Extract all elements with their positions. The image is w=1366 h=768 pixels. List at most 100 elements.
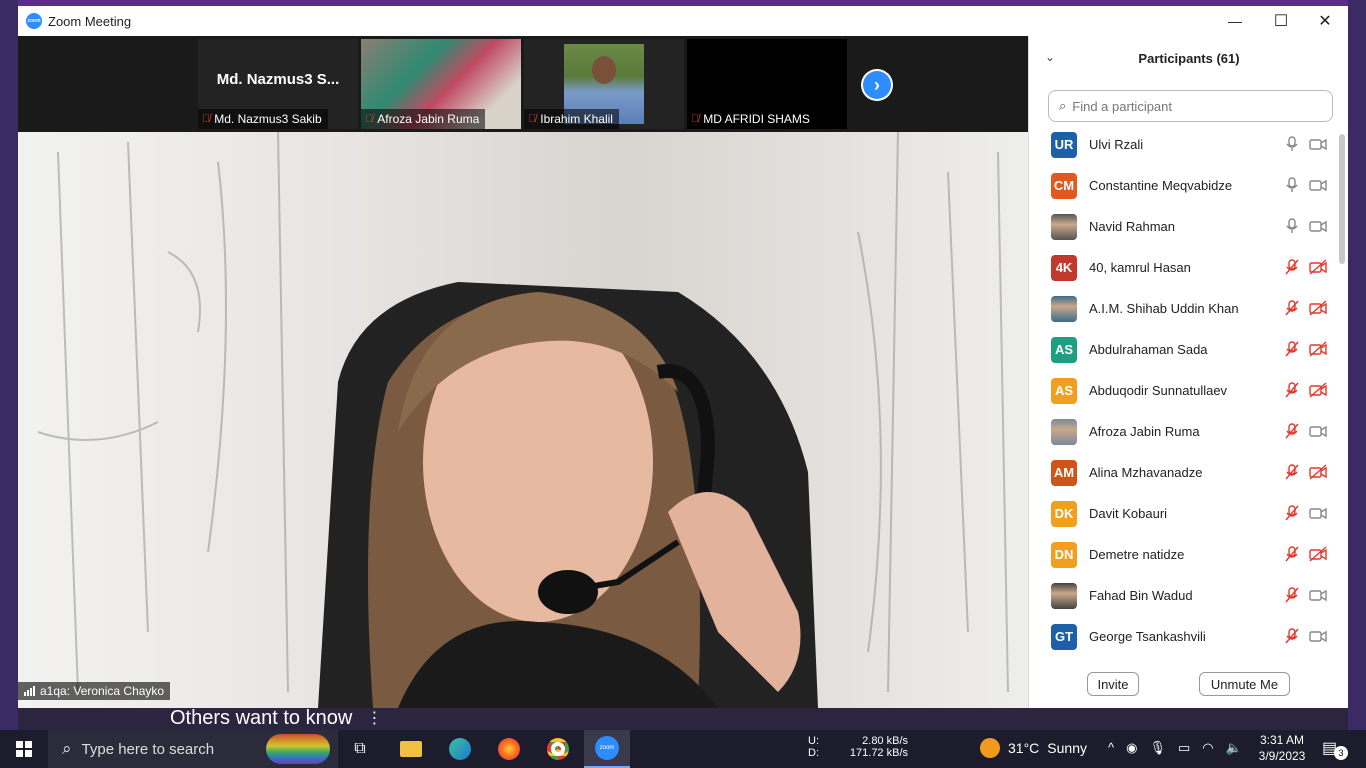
participant-row[interactable]: Afroza Jabin Ruma: [1029, 411, 1339, 452]
mic-muted-icon: [1285, 505, 1299, 526]
participant-search[interactable]: ⌕: [1048, 90, 1333, 122]
main-speaker-video[interactable]: a1qa: Veronica Chayko: [18, 132, 1028, 708]
mic-muted-icon: [1285, 382, 1299, 403]
task-view-icon[interactable]: ⧉: [342, 730, 378, 768]
close-button[interactable]: ✕: [1302, 6, 1348, 36]
desktop-left-edge: [0, 0, 18, 730]
video-off-icon: [1309, 382, 1327, 403]
chevron-up-icon[interactable]: ^: [1108, 740, 1114, 756]
participant-row[interactable]: DK Davit Kobauri: [1029, 493, 1339, 534]
participant-name: George Tsankashvili: [1089, 629, 1206, 644]
participant-initials-avatar: GT: [1051, 623, 1077, 650]
video-icon: [1309, 218, 1327, 239]
participant-row[interactable]: CM Constantine Meqvabidze: [1029, 165, 1339, 206]
taskbar-search[interactable]: ⌕ Type here to search: [48, 730, 338, 768]
participant-row[interactable]: AM Alina Mzhavanadze: [1029, 452, 1339, 493]
chrome-icon[interactable]: [539, 730, 577, 768]
taskbar-search-placeholder: Type here to search: [81, 740, 215, 758]
mic-muted-icon: [1285, 259, 1299, 280]
thumbnail-video[interactable]: 🎙̸ Ibrahim Khalil: [524, 39, 684, 129]
participant-row[interactable]: AS Abdulrahaman Sada: [1029, 329, 1339, 370]
thumbnail-name: Ibrahim Khalil: [540, 112, 613, 126]
weather-widget[interactable]: 31°C Sunny: [980, 738, 1087, 758]
participant-initials-avatar: 4K: [1051, 254, 1077, 281]
participant-name: Navid Rahman: [1089, 219, 1175, 234]
participant-row[interactable]: AS Abduqodir Sunnatullaev: [1029, 370, 1339, 411]
participant-search-input[interactable]: [1072, 98, 1313, 114]
participant-name: Afroza Jabin Ruma: [1089, 424, 1200, 439]
battery-icon[interactable]: ▭: [1178, 740, 1190, 756]
clock-date: 3/9/2023: [1258, 749, 1306, 763]
rainbow-search-highlight-icon: [266, 734, 330, 764]
participant-row[interactable]: UR Ulvi Rzali: [1029, 124, 1339, 165]
minimize-button[interactable]: —: [1212, 6, 1258, 36]
notification-center-button[interactable]: ▤ 3: [1322, 738, 1348, 760]
windows-logo-icon: [16, 741, 32, 757]
participant-initials-avatar: DK: [1051, 500, 1077, 527]
thumbnail-video[interactable]: Md. Nazmus3 S... 🎙̸ Md. Nazmus3 Sakib: [198, 39, 358, 129]
notification-count-badge: 3: [1334, 746, 1348, 760]
thumbnail-video[interactable]: 🎙̸ Afroza Jabin Ruma: [361, 39, 521, 129]
news-widget[interactable]: Others want to know ⋮: [170, 706, 382, 730]
participants-panel: ⌄ Participants (61) ⌕ URUlvi RzaliCMCons…: [1028, 36, 1348, 708]
thumbnail-video[interactable]: 🎙̸ MD AFRIDI SHAMS: [687, 39, 847, 129]
unmute-me-button[interactable]: Unmute Me: [1199, 672, 1290, 696]
chevron-right-icon: ›: [863, 71, 891, 99]
participant-initials-avatar: AS: [1051, 377, 1077, 404]
wifi-icon[interactable]: ◠: [1202, 740, 1213, 756]
video-icon: [1309, 136, 1327, 157]
desktop-right-edge: [1348, 0, 1366, 730]
mic-muted-icon: [1285, 300, 1299, 321]
clock-time: 3:31 AM: [1259, 733, 1305, 747]
video-off-icon: [1309, 341, 1327, 362]
speaker-name-label: a1qa: Veronica Chayko: [18, 682, 171, 700]
title-bar: zoom Zoom Meeting — ☐ ✕: [18, 6, 1348, 36]
edge-browser-icon[interactable]: [441, 730, 479, 768]
video-icon: [1309, 505, 1327, 526]
participant-name: A.I.M. Shihab Uddin Khan: [1089, 301, 1239, 316]
microphone-tray-icon[interactable]: 🎙: [1149, 740, 1166, 756]
thumbnail-strip: Md. Nazmus3 S... 🎙̸ Md. Nazmus3 Sakib 🎙̸…: [18, 36, 1028, 132]
participant-initials-avatar: AS: [1051, 336, 1077, 363]
participant-row[interactable]: DN Demetre natidze: [1029, 534, 1339, 575]
mic-icon: [1285, 136, 1299, 157]
video-icon: [1309, 628, 1327, 649]
start-button[interactable]: [0, 730, 48, 768]
thumbnail-name-label: 🎙̸ Md. Nazmus3 Sakib: [198, 109, 328, 129]
thumbnail-name: Md. Nazmus3 Sakib: [214, 112, 322, 126]
zoom-taskbar-icon[interactable]: zoom: [584, 730, 630, 768]
video-off-icon: [1309, 300, 1327, 321]
participant-name: Abduqodir Sunnatullaev: [1089, 383, 1228, 398]
thumbnail-name: Afroza Jabin Ruma: [377, 112, 480, 126]
participant-status-icons: [1285, 218, 1327, 239]
clock[interactable]: 3:31 AM 3/9/2023: [1250, 732, 1314, 764]
zoom-logo-icon: zoom: [26, 13, 42, 29]
file-explorer-icon[interactable]: [392, 730, 430, 768]
more-options-icon[interactable]: ⋮: [366, 708, 382, 728]
thumbnail-name-label: 🎙̸ Ibrahim Khalil: [524, 109, 619, 129]
participant-row[interactable]: Navid Rahman: [1029, 206, 1339, 247]
participant-initials-avatar: DN: [1051, 541, 1077, 568]
next-page-button[interactable]: ›: [861, 69, 893, 101]
participant-name: Ulvi Rzali: [1089, 137, 1144, 152]
invite-button[interactable]: Invite: [1087, 672, 1139, 696]
participant-row[interactable]: 4K 40, kamrul Hasan: [1029, 247, 1339, 288]
maximize-button[interactable]: ☐: [1258, 6, 1304, 36]
participants-scrollbar[interactable]: [1339, 134, 1345, 264]
participant-row[interactable]: Fahad Bin Wadud: [1029, 575, 1339, 616]
firefox-icon[interactable]: [490, 730, 528, 768]
news-headline: Others want to know: [170, 706, 353, 729]
mic-icon: [1285, 177, 1299, 198]
video-icon: [1309, 423, 1327, 444]
participant-row[interactable]: A.I.M. Shihab Uddin Khan: [1029, 288, 1339, 329]
participants-footer: Invite Unmute Me: [1029, 672, 1349, 700]
volume-icon[interactable]: 🔈: [1226, 740, 1242, 756]
mic-muted-icon: [1285, 464, 1299, 485]
participant-status-icons: [1285, 505, 1327, 526]
mic-muted-icon: [1285, 546, 1299, 567]
camera-tray-icon[interactable]: ◉: [1126, 740, 1137, 756]
network-speed-widget: U: 2.80 kB/s D: 171.72 kB/s: [808, 735, 908, 759]
participant-status-icons: [1285, 300, 1327, 321]
speaker-video-frame: [37, 132, 1009, 708]
participant-row[interactable]: GT George Tsankashvili: [1029, 616, 1339, 657]
